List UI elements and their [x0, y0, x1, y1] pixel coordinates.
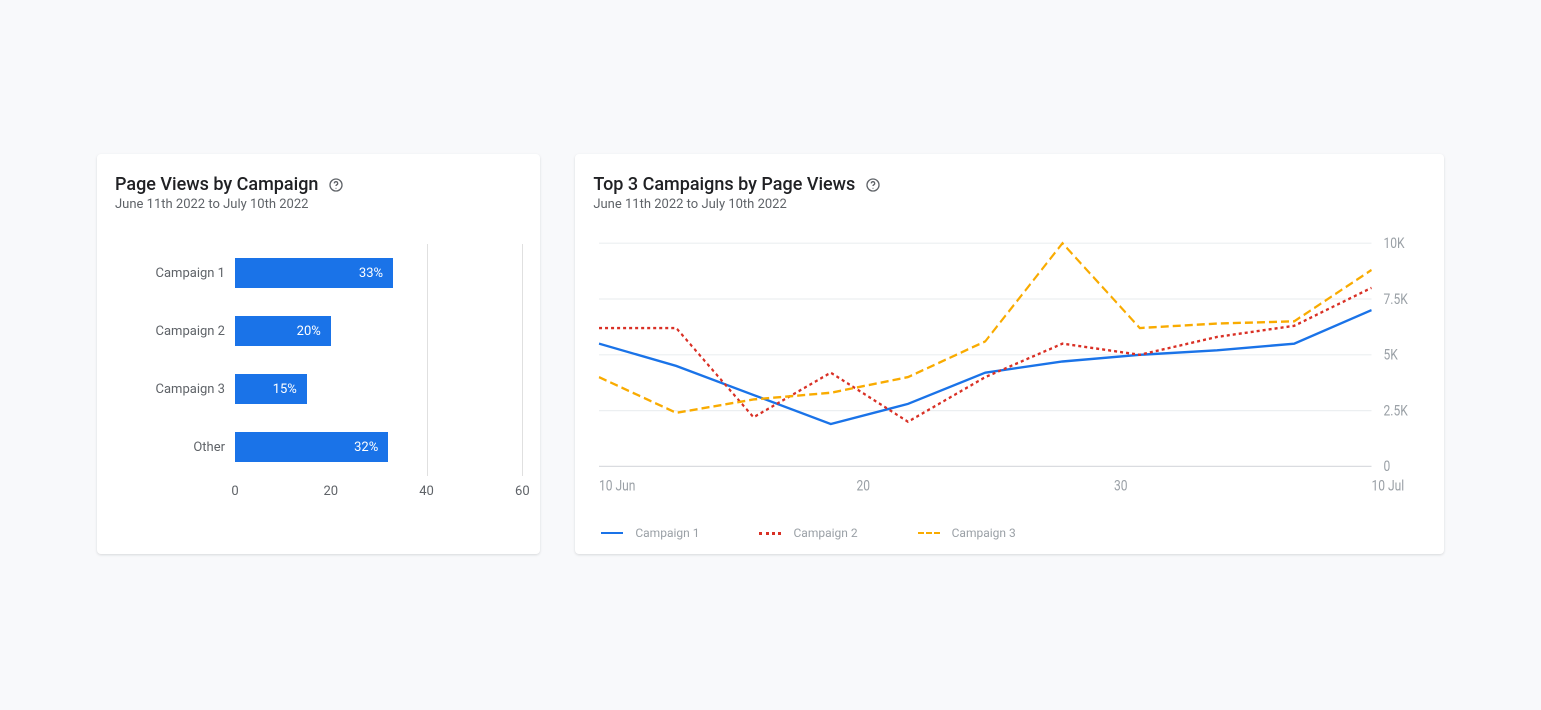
y-axis-tick: 2.5K [1384, 403, 1409, 419]
x-axis-tick: 40 [419, 484, 434, 499]
help-circle-icon[interactable] [865, 177, 881, 193]
top-campaigns-card: Top 3 Campaigns by Page Views June 11th … [575, 154, 1444, 554]
line-chart-legend: Campaign 1 Campaign 2 Campaign 3 [593, 526, 1426, 540]
legend-item-campaign-2: Campaign 2 [759, 526, 857, 540]
x-axis-tick: 30 [1114, 478, 1128, 494]
card-header: Page Views by Campaign [115, 174, 522, 195]
line-chart: 0 2.5K 5K 7.5K 10K 10 Jun 20 30 10 Jul [593, 236, 1426, 500]
card-header: Top 3 Campaigns by Page Views [593, 174, 1426, 195]
legend-item-campaign-3: Campaign 3 [918, 526, 1016, 540]
bar-value: 15% [235, 374, 307, 404]
legend-swatch-icon [918, 532, 940, 534]
bar-row: Campaign 315% [115, 360, 522, 418]
card-subtitle: June 11th 2022 to July 10th 2022 [115, 197, 522, 212]
y-axis-tick: 7.5K [1384, 292, 1409, 308]
x-axis-tick: 10 Jun [599, 478, 635, 494]
legend-item-campaign-1: Campaign 1 [601, 526, 699, 540]
bar-chart-x-axis: 0204060 [235, 484, 522, 504]
help-circle-icon[interactable] [328, 177, 344, 193]
x-axis-tick: 10 Jul [1372, 478, 1405, 494]
x-axis-tick: 20 [323, 484, 338, 499]
legend-swatch-icon [759, 532, 781, 535]
bar-chart: Campaign 133%Campaign 220%Campaign 315%O… [115, 236, 522, 504]
bar-category-label: Campaign 2 [115, 324, 235, 339]
bar-value: 33% [235, 258, 393, 288]
bar-category-label: Campaign 1 [115, 266, 235, 281]
bar-row: Campaign 220% [115, 302, 522, 360]
bar-category-label: Campaign 3 [115, 382, 235, 397]
page-views-by-campaign-card: Page Views by Campaign June 11th 2022 to… [97, 154, 540, 554]
y-axis-tick: 10K [1384, 236, 1406, 252]
x-axis-tick: 60 [515, 484, 530, 499]
legend-swatch-icon [601, 532, 623, 534]
x-axis-tick: 20 [857, 478, 871, 494]
series-line [599, 243, 1371, 413]
x-axis-tick: 0 [231, 484, 238, 499]
bar-value: 32% [235, 432, 388, 462]
y-axis-tick: 5K [1384, 348, 1399, 364]
bar-category-label: Other [115, 440, 235, 455]
legend-label: Campaign 3 [952, 526, 1016, 540]
bar-row: Other32% [115, 418, 522, 476]
card-title: Page Views by Campaign [115, 174, 318, 195]
card-title: Top 3 Campaigns by Page Views [593, 174, 855, 195]
card-subtitle: June 11th 2022 to July 10th 2022 [593, 197, 1426, 212]
legend-label: Campaign 2 [793, 526, 857, 540]
y-axis-tick: 0 [1384, 459, 1391, 475]
legend-label: Campaign 1 [635, 526, 699, 540]
bar-row: Campaign 133% [115, 244, 522, 302]
bar-value: 20% [235, 316, 331, 346]
